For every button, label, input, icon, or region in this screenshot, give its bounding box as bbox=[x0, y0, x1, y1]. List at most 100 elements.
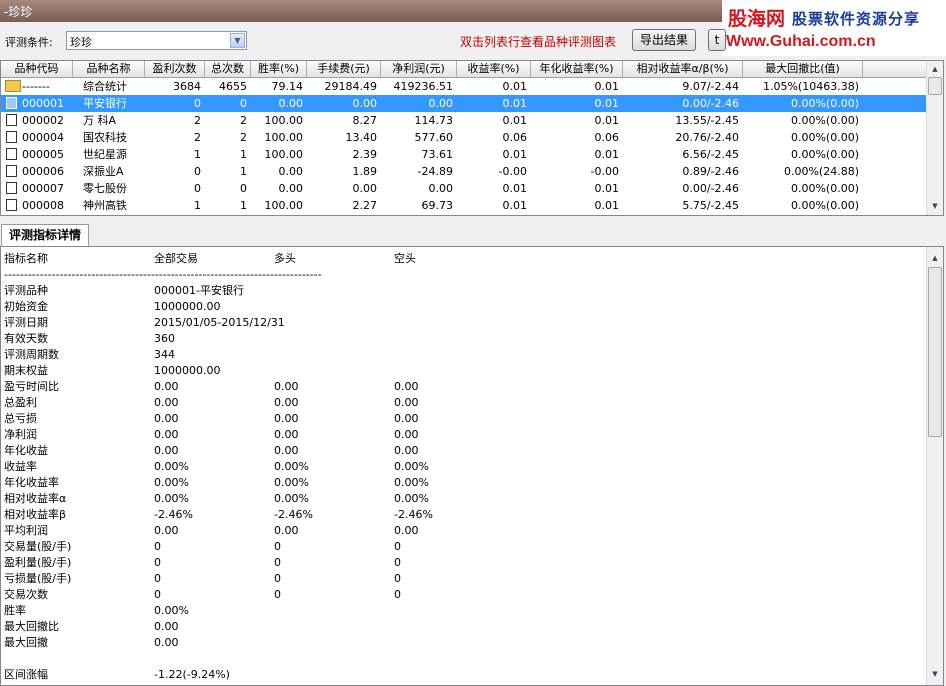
cell-ret: -0.00 bbox=[498, 165, 527, 178]
scroll-up-icon[interactable]: ▲ bbox=[928, 251, 942, 265]
detail-cell: 0.00 bbox=[154, 396, 179, 409]
cell-dd: 0.00%(0.00) bbox=[790, 199, 859, 212]
detail-cell: 0.00 bbox=[274, 396, 299, 409]
table-row[interactable]: ------- 综合统计 3684 4655 79.14 29184.49 419236.5… bbox=[1, 78, 927, 95]
cell-annual: 0.01 bbox=[594, 114, 620, 127]
detail-cell: 0.00% bbox=[394, 460, 429, 473]
cell-rate: 0.00 bbox=[278, 97, 304, 110]
stock-icon bbox=[6, 114, 17, 126]
table-row[interactable]: 000008 神州高铁 1 1 100.00 2.27 69.73 0.01 0.01 5.75/… bbox=[1, 197, 927, 214]
detail-cell: 0.00 bbox=[274, 444, 299, 457]
cell-ret: 0.06 bbox=[502, 131, 528, 144]
folder-icon bbox=[5, 80, 21, 92]
cell-rate: 100.00 bbox=[264, 114, 304, 127]
scroll-down-icon[interactable]: ▼ bbox=[928, 667, 942, 681]
scroll-thumb[interactable] bbox=[928, 77, 942, 95]
cell-ret: 0.01 bbox=[502, 114, 528, 127]
cell-code: 000007 bbox=[22, 182, 64, 195]
cell-name: 世纪星源 bbox=[83, 148, 127, 161]
detail-cell: 盈利量(股/手) bbox=[4, 556, 72, 569]
cell-win: 1 bbox=[194, 148, 201, 161]
detail-cell: 0.00% bbox=[394, 492, 429, 505]
column-header-code[interactable]: 品种代码 bbox=[1, 61, 73, 77]
cell-rate: 100.00 bbox=[264, 148, 304, 161]
table-row[interactable]: 000001 平安银行 0 0 0.00 0.00 0.00 0.01 0.01 0.00/-2.… bbox=[1, 95, 927, 112]
brand-url: Www.Guhai.com.cn bbox=[726, 33, 876, 50]
column-header-name[interactable]: 品种名称 bbox=[73, 61, 145, 77]
condition-select[interactable]: 珍珍 ▼ bbox=[66, 31, 247, 50]
cell-win: 2 bbox=[194, 131, 201, 144]
table-row[interactable]: 000005 世纪星源 1 1 100.00 2.39 73.61 0.01 0.01 6.56/… bbox=[1, 146, 927, 163]
cell-rate: 100.00 bbox=[264, 199, 304, 212]
cell-fee: 0.00 bbox=[352, 182, 378, 195]
detail-cell: 0.00 bbox=[394, 524, 419, 537]
cell-fee: 2.39 bbox=[352, 148, 378, 161]
detail-cell: 000001-平安银行 bbox=[154, 284, 244, 297]
cell-total: 1 bbox=[240, 165, 247, 178]
cell-win: 0 bbox=[194, 182, 201, 195]
cell-ret: 0.01 bbox=[502, 97, 528, 110]
cell-name: 国农科技 bbox=[83, 131, 127, 144]
detail-cell: 指标名称 bbox=[4, 252, 48, 265]
cell-name: 综合统计 bbox=[83, 80, 127, 93]
cell-dd: 0.00%(0.00) bbox=[790, 182, 859, 195]
cell-profit: 114.73 bbox=[414, 114, 454, 127]
cell-profit: 0.00 bbox=[428, 97, 454, 110]
cell-dd: 0.00%(0.00) bbox=[790, 148, 859, 161]
column-header-fee[interactable]: 手续费(元) bbox=[307, 61, 381, 77]
tab-detail[interactable]: 评测指标详情 bbox=[1, 224, 89, 246]
table-row[interactable]: 000007 零七股份 0 0 0.00 0.00 0.00 0.01 0.01 0.00/-2.… bbox=[1, 180, 927, 197]
detail-cell: 0.00 bbox=[274, 412, 299, 425]
detail-cell: 1000000.00 bbox=[154, 300, 221, 313]
table-row[interactable]: 000002 万 科A 2 2 100.00 8.27 114.73 0.01 0.01 13.5… bbox=[1, 112, 927, 129]
detail-cell: 0.00 bbox=[274, 380, 299, 393]
table-row[interactable]: 000006 深振业A 0 1 0.00 1.89 -24.89 -0.00 -0.00 0.89… bbox=[1, 163, 927, 180]
chevron-down-icon[interactable]: ▼ bbox=[230, 33, 245, 48]
detail-cell: 盈亏时间比 bbox=[4, 380, 59, 393]
column-header-annual[interactable]: 年化收益率(%) bbox=[531, 61, 623, 77]
detail-cell: 0.00 bbox=[394, 428, 419, 441]
column-header-rel[interactable]: 相对收益率α/β(%) bbox=[623, 61, 743, 77]
cell-total: 4655 bbox=[219, 80, 247, 93]
cell-code: 000008 bbox=[22, 199, 64, 212]
detail-scrollbar[interactable]: ▲ ▼ bbox=[926, 247, 943, 685]
scroll-down-icon[interactable]: ▼ bbox=[928, 199, 942, 213]
export-button[interactable]: 导出结果 bbox=[632, 29, 696, 51]
window-title: -珍珍 bbox=[4, 5, 33, 19]
stock-icon bbox=[6, 131, 17, 143]
detail-cell: 年化收益 bbox=[4, 444, 48, 457]
cell-rel: 13.55/-2.45 bbox=[675, 114, 739, 127]
cell-rate: 0.00 bbox=[278, 165, 304, 178]
detail-cell: 0.00 bbox=[394, 412, 419, 425]
column-header-dd[interactable]: 最大回撤比(值) bbox=[743, 61, 863, 77]
cell-code: 000001 bbox=[22, 97, 64, 110]
table-scrollbar[interactable]: ▲ ▼ bbox=[926, 61, 943, 215]
cell-ret: 0.01 bbox=[502, 199, 528, 212]
column-header-rate[interactable]: 胜率(%) bbox=[251, 61, 307, 77]
divider-line: ----------------------------------------… bbox=[4, 268, 322, 281]
column-header-ret[interactable]: 收益率(%) bbox=[457, 61, 531, 77]
detail-cell: -1.22(-9.24%) bbox=[154, 668, 230, 681]
brand-name: 股海网 bbox=[728, 8, 786, 30]
cell-total: 0 bbox=[240, 182, 247, 195]
column-header-total[interactable]: 总次数 bbox=[205, 61, 251, 77]
detail-cell: 0.00 bbox=[394, 444, 419, 457]
other-button[interactable]: t bbox=[708, 29, 726, 51]
detail-cell: 0.00% bbox=[274, 476, 309, 489]
table-header: 品种代码 品种名称 盈利次数 总次数 胜率(%) 手续费(元) 净利润(元) 收益率(%) 年化… bbox=[1, 61, 927, 78]
detail-cell: 初始资金 bbox=[4, 300, 48, 313]
detail-cell: 0.00 bbox=[154, 380, 179, 393]
table-row[interactable]: 000004 国农科技 2 2 100.00 13.40 577.60 0.06 0.06 20.… bbox=[1, 129, 927, 146]
scroll-up-icon[interactable]: ▲ bbox=[928, 62, 942, 76]
cell-total: 0 bbox=[240, 97, 247, 110]
cell-rate: 79.14 bbox=[271, 80, 304, 93]
column-header-profit[interactable]: 净利润(元) bbox=[381, 61, 457, 77]
detail-cell: 0 bbox=[394, 556, 401, 569]
cell-win: 0 bbox=[194, 165, 201, 178]
scroll-thumb[interactable] bbox=[928, 267, 942, 437]
condition-value: 珍珍 bbox=[70, 36, 92, 49]
detail-cell: 0 bbox=[274, 540, 281, 553]
condition-label: 评测条件: bbox=[5, 36, 53, 49]
column-header-win[interactable]: 盈利次数 bbox=[145, 61, 205, 77]
detail-cell: 344 bbox=[154, 348, 175, 361]
